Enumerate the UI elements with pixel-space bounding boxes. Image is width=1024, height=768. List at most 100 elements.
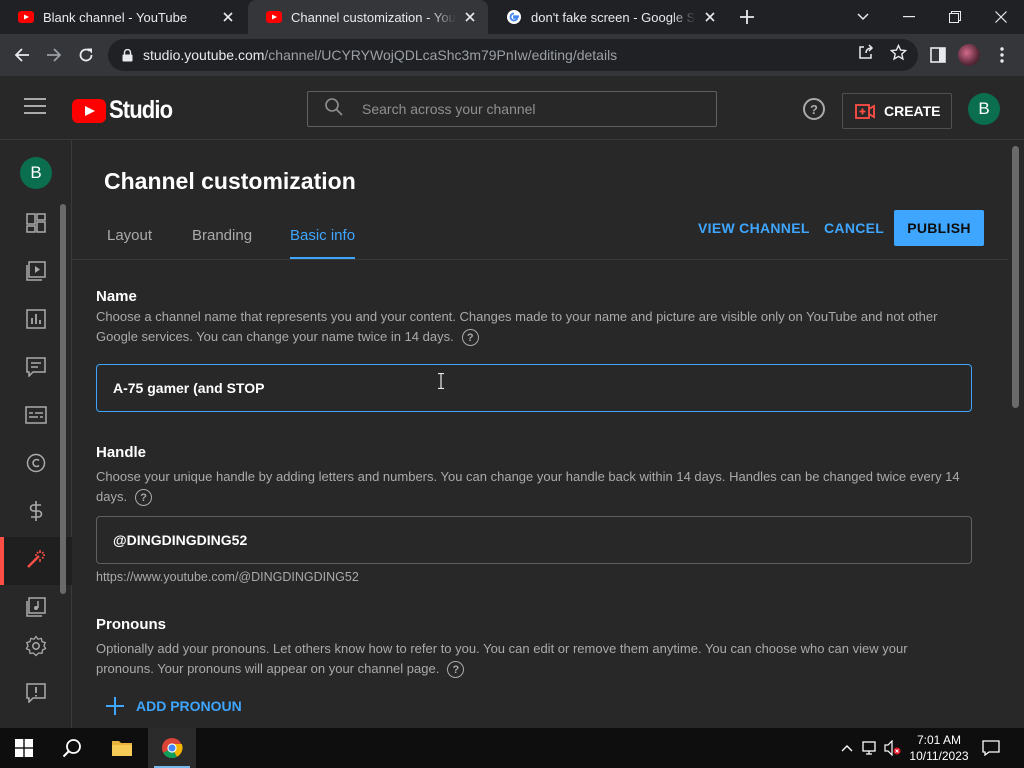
bookmark-star-icon[interactable]	[888, 42, 908, 62]
browser-tab-title: Channel customization - YouTube Studio	[291, 9, 456, 25]
feedback-icon	[26, 682, 46, 708]
earn-icon	[28, 500, 44, 527]
address-bar[interactable]: studio.youtube.com/channel/UCYRYWojQDLca…	[108, 39, 918, 71]
create-label: CREATE	[884, 103, 941, 119]
sidebar-item-settings[interactable]	[0, 624, 72, 672]
chevron-up-icon[interactable]	[838, 739, 856, 757]
pronouns-section-description: Optionally add your pronouns. Let others…	[96, 639, 966, 679]
studio-logo[interactable]: Studio	[72, 96, 181, 125]
forward-button[interactable]	[40, 41, 68, 69]
channel-avatar[interactable]: B	[20, 157, 52, 189]
text-cursor-icon	[438, 373, 444, 389]
windows-start-button[interactable]	[0, 728, 48, 768]
tab-layout[interactable]: Layout	[107, 216, 152, 260]
add-pronoun-button[interactable]: ADD PRONOUN	[106, 694, 242, 718]
browser-tab-channel-customization[interactable]: Channel customization - YouTube Studio	[248, 0, 488, 34]
browser-toolbar: studio.youtube.com/channel/UCYRYWojQDLca…	[0, 34, 1024, 76]
handle-description-text: Choose your unique handle by adding lett…	[96, 469, 960, 504]
chrome-icon	[162, 738, 183, 759]
file-explorer-button[interactable]	[98, 728, 146, 768]
chrome-taskbar-button[interactable]	[148, 728, 196, 768]
search-icon	[62, 739, 81, 758]
browser-tab-strip: Blank channel - YouTube Channel customiz…	[0, 0, 1024, 34]
main-scrollbar[interactable]	[1012, 146, 1019, 408]
analytics-icon	[26, 308, 46, 334]
studio-header: Studio Search across your channel ? CREA…	[0, 76, 1024, 140]
content-icon	[26, 260, 46, 286]
plus-icon	[106, 697, 124, 715]
lock-icon[interactable]	[120, 48, 134, 62]
create-button[interactable]: CREATE	[842, 93, 952, 129]
browser-tab-google-search[interactable]: don't fake screen - Google Search	[488, 0, 728, 34]
handle-field[interactable]	[96, 516, 972, 564]
sidebar-item-feedback[interactable]	[0, 671, 72, 719]
volume-muted-icon[interactable]	[884, 739, 902, 757]
close-icon[interactable]	[702, 9, 718, 25]
account-avatar[interactable]: B	[968, 93, 1000, 125]
back-button[interactable]	[8, 41, 36, 69]
name-description-text: Choose a channel name that represents yo…	[96, 309, 938, 344]
name-section-description: Choose a channel name that represents yo…	[96, 307, 966, 347]
google-icon	[506, 9, 522, 25]
name-field[interactable]	[96, 364, 972, 412]
help-circle-icon[interactable]: ?	[461, 329, 479, 347]
help-icon[interactable]: ?	[803, 98, 825, 120]
clock-time: 7:01 AM	[916, 733, 962, 747]
browser-tab-blank-channel[interactable]: Blank channel - YouTube	[0, 0, 246, 34]
page-title: Channel customization	[104, 168, 356, 194]
taskbar-search-button[interactable]	[48, 728, 96, 768]
network-icon[interactable]	[862, 739, 880, 757]
customization-icon	[25, 548, 47, 575]
create-video-icon	[855, 103, 875, 119]
tabs-divider	[72, 259, 1008, 260]
name-section-title: Name	[96, 288, 137, 305]
sidebar: B	[0, 140, 72, 728]
system-clock[interactable]: 7:01 AM 10/11/2023	[904, 732, 974, 764]
subtitles-icon	[25, 405, 47, 429]
url-host: studio.youtube.com	[143, 47, 265, 63]
add-pronoun-label: ADD PRONOUN	[136, 698, 242, 714]
tab-branding[interactable]: Branding	[192, 216, 252, 260]
handle-url: https://www.youtube.com/@DINGDINGDING52	[96, 570, 359, 584]
channel-name-input[interactable]	[113, 380, 971, 396]
notifications-icon[interactable]	[982, 739, 1000, 757]
youtube-logo-icon	[72, 98, 106, 123]
help-circle-icon[interactable]: ?	[135, 489, 153, 507]
clock-date: 10/11/2023	[909, 749, 969, 763]
help-circle-icon[interactable]: ?	[447, 661, 465, 679]
minimize-button[interactable]	[886, 0, 932, 34]
search-box[interactable]: Search across your channel	[307, 91, 717, 127]
kebab-menu-icon[interactable]	[988, 41, 1016, 69]
side-panel-icon[interactable]	[924, 41, 952, 69]
copyright-icon	[26, 453, 46, 478]
hamburger-menu-icon[interactable]	[24, 98, 46, 118]
studio-logo-text: Studio	[109, 96, 173, 124]
search-icon	[324, 97, 344, 122]
new-tab-button[interactable]	[737, 7, 757, 27]
handle-section-description: Choose your unique handle by adding lett…	[96, 467, 966, 507]
search-placeholder: Search across your channel	[362, 101, 536, 117]
close-icon[interactable]	[220, 9, 236, 25]
browser-tab-title: Blank channel - YouTube	[43, 9, 188, 25]
close-window-button[interactable]	[978, 0, 1024, 34]
pronouns-description-text: Optionally add your pronouns. Let others…	[96, 641, 908, 676]
folder-icon	[112, 741, 132, 756]
comments-icon	[26, 356, 46, 382]
sidebar-scrollbar[interactable]	[60, 204, 66, 594]
pronouns-section-title: Pronouns	[96, 616, 166, 633]
view-channel-button[interactable]: VIEW CHANNEL	[698, 210, 810, 246]
publish-button[interactable]: PUBLISH	[894, 210, 984, 246]
tab-search-button[interactable]	[840, 0, 886, 34]
windows-icon	[15, 739, 33, 757]
handle-input[interactable]	[113, 532, 971, 548]
browser-tab-title: don't fake screen - Google Search	[531, 9, 696, 25]
audio-library-icon	[26, 596, 46, 622]
tab-basic-info[interactable]: Basic info	[290, 216, 356, 260]
close-icon[interactable]	[462, 9, 478, 25]
share-icon[interactable]	[856, 42, 876, 62]
profile-avatar[interactable]	[958, 44, 980, 66]
restore-button[interactable]	[932, 0, 978, 34]
settings-icon	[25, 634, 47, 662]
reload-button[interactable]	[72, 41, 100, 69]
cancel-button[interactable]: CANCEL	[824, 210, 884, 246]
